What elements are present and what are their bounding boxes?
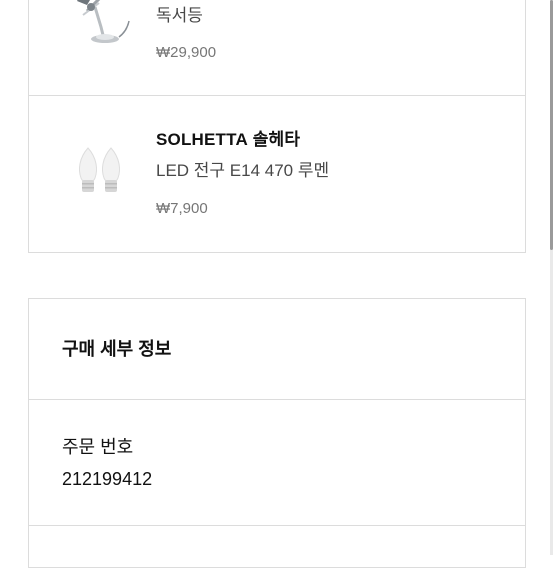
product-description: 독서등: [156, 6, 203, 25]
product-price: ₩29,900: [156, 44, 217, 61]
divider: [29, 95, 525, 96]
section-title: 구매 세부 정보: [62, 339, 172, 359]
purchase-details-card: 구매 세부 정보 주문 번호 212199412: [28, 298, 526, 568]
scrollbar-thumb[interactable]: [550, 0, 553, 250]
product-name: SOLHETTA 솔헤타: [156, 129, 300, 151]
product-description: LED 전구 E14 470 루멘: [156, 161, 330, 180]
divider: [29, 525, 525, 526]
product-local-name: 솔헤타: [252, 130, 301, 149]
order-number-label: 주문 번호: [62, 437, 134, 457]
desk-lamp-icon: [77, 0, 130, 43]
scrollbar[interactable]: [550, 0, 553, 555]
order-number-value: 212199412: [62, 469, 153, 489]
divider: [29, 399, 525, 400]
order-items-card: 독서등 ₩29,900 SOLHETTA 솔헤타 LED 전구 E14 470 …: [28, 0, 526, 253]
product-brand: SOLHETTA: [156, 130, 248, 149]
product-price: ₩7,900: [156, 200, 208, 217]
led-bulb-icon: [79, 147, 120, 192]
